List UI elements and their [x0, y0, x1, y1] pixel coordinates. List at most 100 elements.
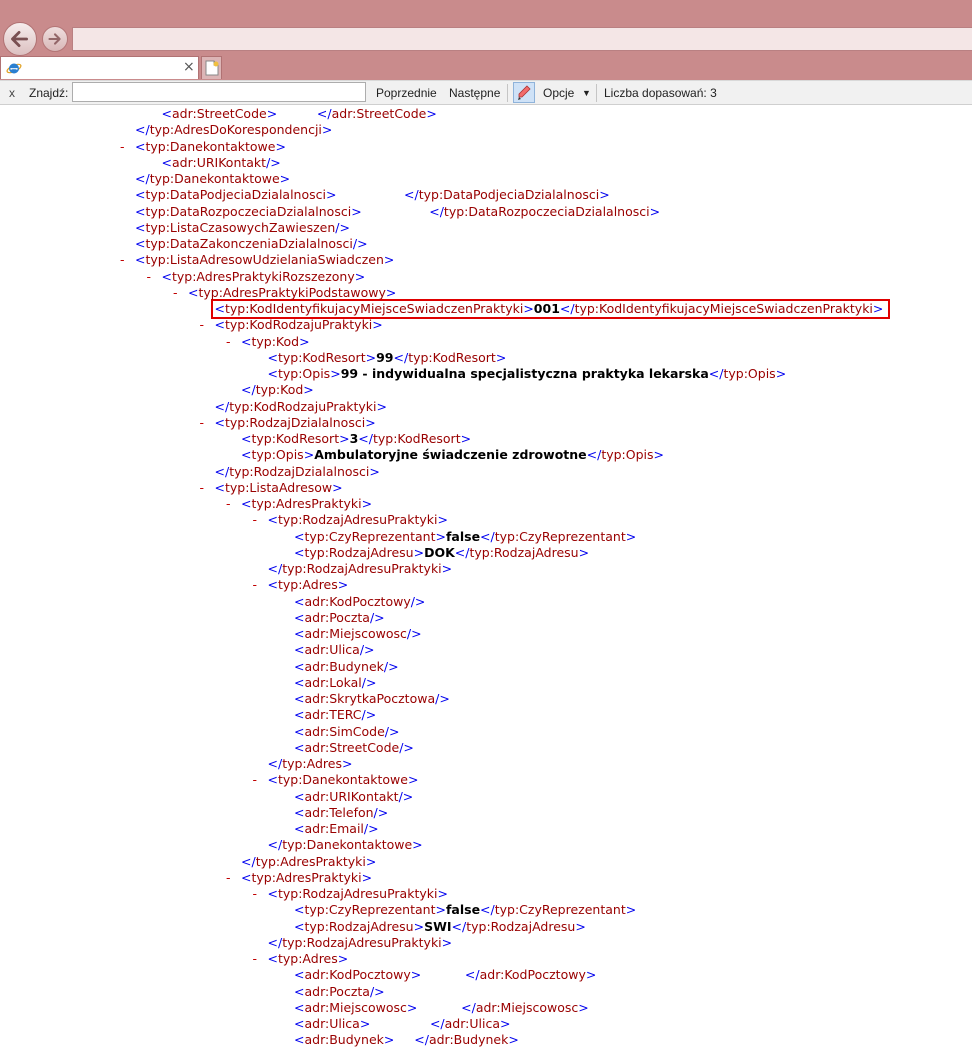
- browser-chrome: ×: [0, 0, 972, 80]
- collapse-toggle[interactable]: -: [200, 415, 205, 431]
- xml-tag-name: typ:KodResort: [372, 431, 461, 446]
- xml-tag-name: adr:Ulica: [444, 1016, 500, 1031]
- xml-tag-name: typ:DataPodjeciaDzialalnosci: [418, 187, 600, 203]
- xml-punct: >: [365, 414, 376, 430]
- xml-line: - <typ:RodzajDzialalnosci>: [200, 414, 376, 431]
- xml-punct: >: [460, 431, 472, 446]
- xml-tag-name: adr:StreetCode: [171, 106, 267, 121]
- internet-explorer-icon: [6, 63, 22, 74]
- xml-punct: >: [365, 349, 377, 365]
- xml-line: - <typ:ListaAdresowUdzielaniaSwiadczen>: [120, 252, 394, 268]
- chevron-down-icon[interactable]: ▼: [582, 86, 591, 100]
- xml-line: <typ:KodResort>3</typ:KodResort>: [241, 431, 471, 447]
- xml-line: </typ:RodzajAdresuPraktyki>: [268, 561, 453, 577]
- collapse-toggle[interactable]: -: [226, 496, 231, 512]
- xml-tag-name: adr:KodPocztowy: [304, 967, 411, 983]
- xml-punct: >: [361, 496, 373, 511]
- xml-line: <adr:URIKontakt/>: [162, 155, 281, 171]
- xml-line: - <typ:Kod>: [226, 334, 310, 350]
- tab-close-icon[interactable]: ×: [183, 59, 195, 75]
- xml-punct: />: [352, 236, 368, 251]
- xml-line: - <typ:AdresPraktykiRozszezony>: [147, 268, 366, 285]
- xml-punct: >: [385, 284, 397, 300]
- xml-punct: </: [454, 544, 470, 560]
- find-close-icon[interactable]: x: [9, 86, 15, 100]
- browser-tab[interactable]: ×: [0, 56, 199, 79]
- xml-punct: >: [383, 1032, 395, 1048]
- xml-line: <adr:Miejscowosc/>: [294, 626, 422, 642]
- xml-punct: />: [359, 642, 375, 658]
- xml-tag-name: adr:Lokal: [304, 674, 362, 690]
- xml-tag-name: adr:KodPocztowy: [479, 967, 586, 983]
- find-label: Znajdź:: [29, 86, 69, 100]
- collapse-toggle[interactable]: -: [147, 269, 152, 285]
- xml-line: <adr:KodPocztowy> </adr:KodPocztowy>: [294, 967, 596, 983]
- xml-punct: <: [135, 236, 146, 251]
- xml-line: <typ:CzyReprezentant>false</typ:CzyRepre…: [294, 902, 636, 918]
- xml-tag-name: adr:Budynek: [304, 658, 384, 674]
- xml-punct: <: [294, 626, 305, 641]
- find-next-button[interactable]: Następne: [449, 86, 500, 100]
- find-input[interactable]: [72, 82, 366, 102]
- xml-punct: <: [267, 366, 278, 381]
- find-options-button[interactable]: Opcje: [543, 86, 574, 100]
- xml-punct: <: [161, 268, 172, 284]
- xml-punct: </: [316, 106, 332, 121]
- xml-punct: />: [266, 154, 281, 170]
- xml-line: <adr:Poczta/>: [294, 984, 385, 1000]
- xml-punct: <: [294, 707, 305, 723]
- xml-punct: >: [303, 382, 314, 398]
- collapse-toggle[interactable]: -: [226, 870, 231, 886]
- collapse-toggle[interactable]: -: [253, 772, 258, 788]
- xml-tag-name: typ:RodzajAdresuPraktyki: [277, 512, 438, 528]
- xml-punct: <: [135, 219, 146, 235]
- xml-punct: >: [332, 479, 343, 495]
- back-button[interactable]: [3, 22, 37, 56]
- xml-punct: </: [461, 999, 476, 1015]
- xml-tag-name: typ:ListaAdresow: [224, 479, 333, 495]
- xml-punct: <: [267, 951, 278, 966]
- xml-tag-name: typ:Opis: [601, 447, 654, 463]
- xml-tag-name: typ:CzyReprezentant: [494, 902, 626, 918]
- collapse-toggle[interactable]: -: [253, 951, 258, 967]
- collapse-toggle[interactable]: -: [200, 317, 205, 333]
- collapse-toggle[interactable]: -: [253, 577, 258, 593]
- highlight-matches-button[interactable]: [513, 82, 535, 103]
- xml-punct: />: [435, 691, 450, 706]
- xml-punct: />: [398, 788, 414, 804]
- xml-punct: </: [358, 431, 373, 446]
- address-bar[interactable]: [72, 27, 972, 51]
- collapse-toggle[interactable]: -: [226, 334, 231, 350]
- xml-punct: >: [508, 1032, 519, 1048]
- xml-tag-name: typ:Opis: [277, 366, 331, 381]
- xml-punct: [336, 187, 404, 202]
- xml-tag-name: typ:RodzajAdresuPraktyki: [282, 561, 442, 576]
- collapse-toggle[interactable]: -: [120, 139, 125, 155]
- xml-tag-name: adr:SimCode: [304, 723, 385, 739]
- xml-tag-name: typ:RodzajDzialalnosci: [224, 414, 366, 430]
- collapse-toggle[interactable]: -: [173, 285, 178, 301]
- xml-punct: <: [294, 1016, 305, 1031]
- forward-button[interactable]: [42, 26, 68, 52]
- xml-punct: <: [294, 674, 305, 690]
- xml-value: SWI: [424, 918, 452, 934]
- xml-tag-name: adr:Ulica: [304, 1016, 360, 1031]
- collapse-toggle[interactable]: -: [120, 252, 125, 268]
- xml-line: <adr:StreetCode/>: [294, 740, 414, 756]
- xml-line: - <typ:Danekontaktowe>: [253, 772, 419, 788]
- collapse-toggle[interactable]: -: [253, 512, 258, 528]
- new-tab-button[interactable]: [201, 56, 222, 79]
- xml-line: - <typ:Danekontaktowe>: [120, 139, 286, 155]
- xml-punct: <: [294, 658, 305, 674]
- xml-punct: >: [361, 869, 373, 885]
- collapse-toggle[interactable]: -: [200, 480, 205, 496]
- xml-punct: <: [294, 918, 305, 934]
- xml-tag-name: typ:RodzajAdresu: [304, 544, 414, 560]
- xml-tag-name: typ:CzyReprezentant: [304, 528, 436, 544]
- find-previous-button[interactable]: Poprzednie: [376, 86, 437, 100]
- xml-punct: <: [294, 999, 305, 1015]
- collapse-toggle[interactable]: -: [253, 886, 258, 902]
- xml-line: - <typ:AdresPraktykiPodstawowy>: [173, 284, 397, 301]
- xml-punct: >: [653, 447, 665, 463]
- xml-punct: >: [441, 934, 453, 950]
